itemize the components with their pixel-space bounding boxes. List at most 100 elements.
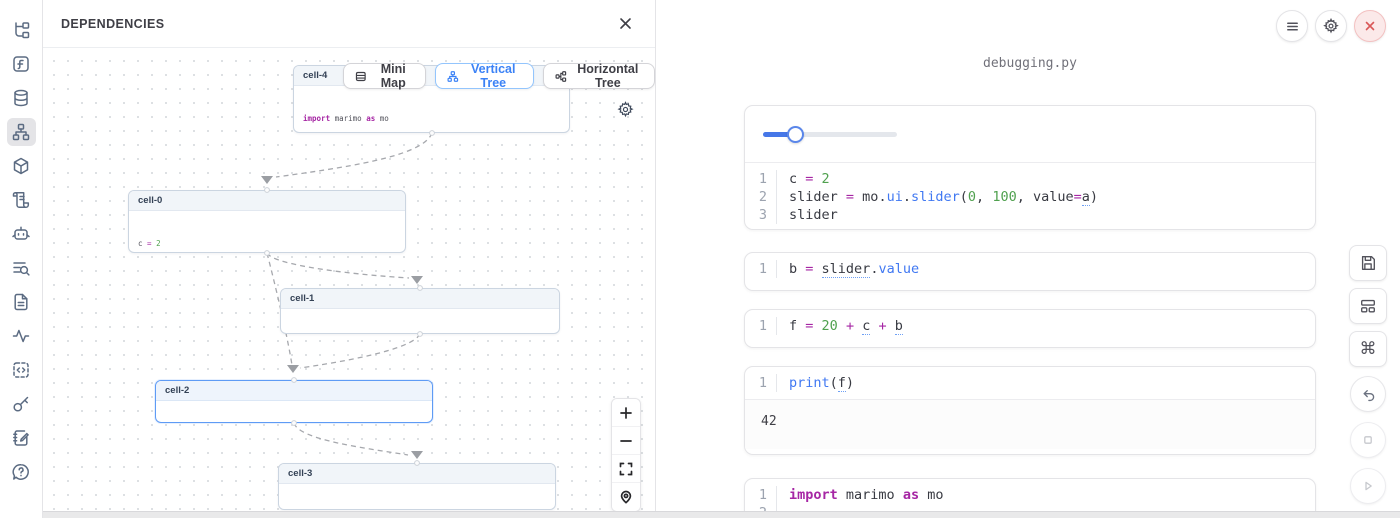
layout-button[interactable] (1349, 288, 1387, 324)
sidebar-item-help[interactable] (7, 458, 36, 486)
sidebar-item-documentation[interactable] (7, 288, 36, 316)
document-icon (11, 292, 31, 312)
mini-map-icon (355, 69, 367, 84)
dependency-graph-icon (11, 122, 31, 142)
dependency-graph-canvas[interactable]: cell-4 import marimo as mo a = 20 cell-0… (43, 48, 655, 518)
sidebar-item-packages[interactable] (7, 152, 36, 180)
notebook-panel: debugging.py 1c = 2 2slider = mo.ui.slid… (656, 0, 1400, 518)
file-tree-icon (11, 20, 31, 40)
package-icon (11, 156, 31, 176)
chat-bot-icon (11, 224, 31, 244)
cell-editor[interactable]: 1f = 20 + c + b (745, 310, 1315, 342)
center-selection-button[interactable] (612, 483, 640, 511)
sidebar-item-scratchpad[interactable] (7, 424, 36, 452)
zoom-out-button[interactable] (612, 427, 640, 455)
code-line: b = slider.value (777, 260, 919, 278)
slider-thumb[interactable] (787, 126, 804, 143)
dependencies-panel: DEPENDENCIES (43, 0, 656, 518)
sidebar-item-logs[interactable] (7, 186, 36, 214)
run-icon (1360, 478, 1376, 494)
zoom-out-icon (619, 434, 633, 448)
sidebar-item-functions[interactable] (7, 50, 36, 78)
graph-cell-code: b = slider.value (281, 309, 559, 334)
close-panel-button[interactable] (616, 14, 635, 33)
horizontal-tree-button[interactable]: Horizontal Tree (543, 63, 655, 89)
graph-cell-3[interactable]: cell-3 print(f) (278, 463, 556, 510)
vertical-tree-button[interactable]: Vertical Tree (435, 63, 534, 89)
fit-view-button[interactable] (612, 455, 640, 483)
line-number: 1 (745, 486, 777, 504)
notebook-cell-f[interactable]: 1f = 20 + c + b (744, 309, 1316, 348)
graph-cell-title: cell-3 (279, 464, 555, 484)
sidebar-item-snippets[interactable] (7, 356, 36, 384)
snippets-icon (11, 360, 31, 380)
sidebar-item-outline-search[interactable] (7, 254, 36, 282)
line-number: 1 (745, 170, 777, 188)
list-search-icon (11, 258, 31, 278)
code-line: slider = mo.ui.slider(0, 100, value=a) (777, 188, 1098, 206)
close-icon (618, 16, 633, 31)
shutdown-close-icon (1363, 19, 1377, 33)
dependencies-header: DEPENDENCIES (43, 0, 655, 48)
graph-cell-title: cell-1 (281, 289, 559, 309)
help-icon (11, 462, 31, 482)
marimo-app: DEPENDENCIES (0, 0, 1400, 518)
cell-editor[interactable]: 1c = 2 2slider = mo.ui.slider(0, 100, va… (745, 163, 1315, 230)
stop-icon (1360, 432, 1376, 448)
center-selection-icon (619, 490, 633, 504)
zoom-in-button[interactable] (612, 399, 640, 427)
stop-button[interactable] (1350, 422, 1386, 458)
vertical-tree-icon (447, 69, 459, 84)
cell-editor[interactable]: 1b = slider.value (745, 253, 1315, 285)
cell-console-output: 42 (745, 399, 1315, 449)
sidebar-item-datasources[interactable] (7, 84, 36, 112)
sidebar-item-dependencies[interactable] (7, 118, 36, 146)
horizontal-tree-icon (555, 69, 567, 84)
graph-cell-0[interactable]: cell-0 c = 2 slider = mo.ui.slider(0, 10… (128, 190, 406, 253)
slider-widget[interactable] (763, 126, 897, 143)
run-button[interactable] (1350, 468, 1386, 504)
code-line: slider (777, 206, 838, 224)
gear-icon (617, 101, 634, 118)
line-number: 1 (745, 317, 777, 335)
notebook-cell-print[interactable]: 1print(f) 42 (744, 366, 1316, 455)
graph-settings-button[interactable] (617, 101, 634, 121)
secrets-key-icon (11, 394, 31, 414)
notebook-side-actions: ⌘ (1349, 245, 1387, 506)
mini-map-button[interactable]: Mini Map (343, 63, 426, 89)
line-number: 1 (745, 374, 777, 392)
code-line: c = 2 (777, 170, 830, 188)
sidebar-item-file-tree[interactable] (7, 16, 36, 44)
notebook-top-controls (1276, 10, 1386, 42)
scratchpad-icon (11, 428, 31, 448)
command-palette-button[interactable]: ⌘ (1349, 331, 1387, 367)
zoom-in-icon (619, 406, 633, 420)
panel-title: DEPENDENCIES (61, 17, 164, 31)
undo-icon (1360, 386, 1377, 403)
graph-cell-1[interactable]: cell-1 b = slider.value (280, 288, 560, 334)
notebook-cell-b[interactable]: 1b = slider.value (744, 252, 1316, 291)
shutdown-button[interactable] (1354, 10, 1386, 42)
logs-scroll-icon (11, 190, 31, 210)
notebook-menu-button[interactable] (1276, 10, 1308, 42)
notebook-settings-button[interactable] (1315, 10, 1347, 42)
graph-cell-title: cell-0 (129, 191, 405, 211)
sidebar-item-chat[interactable] (7, 220, 36, 248)
notebook-cells: 1c = 2 2slider = mo.ui.slider(0, 100, va… (744, 0, 1316, 518)
sidebar-item-tracing[interactable] (7, 322, 36, 350)
notebook-cell-slider[interactable]: 1c = 2 2slider = mo.ui.slider(0, 100, va… (744, 105, 1316, 230)
graph-cell-2-selected[interactable]: cell-2 f = 20 + c + b (155, 380, 433, 423)
save-button[interactable] (1349, 245, 1387, 281)
save-icon (1359, 254, 1377, 272)
command-icon: ⌘ (1360, 341, 1377, 358)
line-number: 1 (745, 260, 777, 278)
graph-cell-code: f = 20 + c + b (156, 401, 432, 423)
function-icon (11, 54, 31, 74)
undo-button[interactable] (1350, 376, 1386, 412)
database-icon (11, 88, 31, 108)
menu-icon (1285, 19, 1300, 34)
sidebar-item-secrets[interactable] (7, 390, 36, 418)
code-line: print(f) (777, 374, 854, 392)
graph-view-toolbar: Mini Map Vertical Tree Horizontal Tree (343, 63, 655, 89)
cell-editor[interactable]: 1print(f) (745, 367, 1315, 399)
